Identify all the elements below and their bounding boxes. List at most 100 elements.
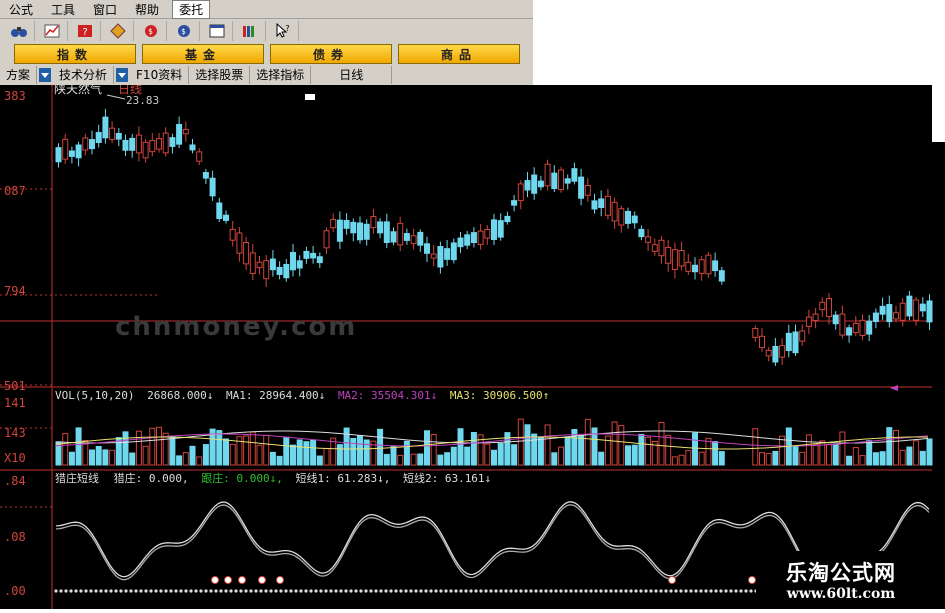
candle-body xyxy=(249,252,256,274)
baseline-dot xyxy=(289,589,293,593)
volume-bar xyxy=(765,453,772,466)
baseline-dot xyxy=(254,589,258,593)
baseline-dot xyxy=(89,589,93,593)
baseline-dot xyxy=(189,589,193,593)
candle-body xyxy=(470,232,477,244)
help-button[interactable]: ? xyxy=(70,21,101,41)
candle-body xyxy=(765,349,772,357)
pointer-help-button[interactable]: ? xyxy=(268,21,299,41)
volume-bar xyxy=(182,452,189,466)
diamond-button[interactable] xyxy=(103,21,134,41)
candle-body xyxy=(336,219,343,242)
baseline-dot xyxy=(109,589,113,593)
category-index[interactable]: 指数 xyxy=(14,44,136,64)
baseline-dot xyxy=(499,589,503,593)
watermark-text: chnmoney.com xyxy=(115,312,357,342)
candle-body xyxy=(109,127,116,140)
menu-tools[interactable]: 工具 xyxy=(42,1,84,18)
tab-select-stock[interactable]: 选择股票 xyxy=(189,66,251,84)
volume-bar xyxy=(511,444,518,466)
window-button[interactable] xyxy=(202,21,233,41)
volume-bar xyxy=(685,450,692,466)
site-url: www.60lt.com xyxy=(786,586,896,602)
volume-bar xyxy=(805,434,812,466)
baseline-dot xyxy=(429,589,433,593)
baseline-dot xyxy=(544,589,548,593)
baseline-dot xyxy=(284,589,288,593)
baseline-dot xyxy=(619,589,623,593)
category-bond[interactable]: 债券 xyxy=(270,44,392,64)
baseline-dot xyxy=(474,589,478,593)
menu-help[interactable]: 帮助 xyxy=(126,1,168,18)
baseline-dot xyxy=(589,589,593,593)
binoculars-button[interactable] xyxy=(4,21,35,41)
candle-body xyxy=(323,230,330,249)
baseline-dot xyxy=(704,589,708,593)
stock-button[interactable] xyxy=(37,21,68,41)
volume-bar xyxy=(537,437,544,466)
cursor-marker xyxy=(305,94,315,100)
volume-bar xyxy=(879,451,886,466)
volume-bar xyxy=(357,435,363,466)
volume-bar xyxy=(671,456,678,466)
candle-body xyxy=(584,184,591,196)
books-button[interactable] xyxy=(235,21,266,41)
menu-trade[interactable]: 委托 xyxy=(172,0,211,19)
window-edge xyxy=(932,85,945,142)
volume-bar xyxy=(169,435,176,466)
baseline-dot xyxy=(669,589,673,593)
dropdown-technical[interactable] xyxy=(116,68,129,82)
baseline-dot xyxy=(114,589,118,593)
baseline-dot xyxy=(144,589,148,593)
candle-body xyxy=(55,147,62,163)
volume-bar xyxy=(638,433,645,466)
tab-daily[interactable]: 日线 xyxy=(311,66,393,84)
volume-bar xyxy=(718,451,725,466)
baseline-dot xyxy=(604,589,608,593)
stock-chart-area[interactable]: 383 087 794 501 141 143 X10 .84 .08 .00 … xyxy=(0,81,945,609)
signal-marker xyxy=(238,576,246,584)
baseline-dot xyxy=(154,589,158,593)
dropdown-plan[interactable] xyxy=(39,68,52,82)
baseline-dot xyxy=(379,589,383,593)
volume-bar xyxy=(444,452,451,466)
baseline-dot xyxy=(79,589,83,593)
candle-body xyxy=(62,138,69,160)
candle-body xyxy=(913,299,920,321)
baseline-dot xyxy=(134,589,138,593)
tab-f10[interactable]: F10资料 xyxy=(130,66,190,84)
volume-bar xyxy=(75,427,82,466)
money-button[interactable]: $ xyxy=(136,21,167,41)
tab-select-indicator[interactable]: 选择指标 xyxy=(250,66,312,84)
candle-body xyxy=(303,250,310,259)
blue-coin-button[interactable]: $ xyxy=(169,21,200,41)
candle-body xyxy=(658,239,665,257)
candle-body xyxy=(189,144,196,151)
baseline-dot xyxy=(359,589,363,593)
menu-window[interactable]: 窗口 xyxy=(84,1,126,18)
baseline-dot xyxy=(124,589,128,593)
menu-formula[interactable]: 公式 xyxy=(0,1,42,18)
tab-plan[interactable]: 方案 xyxy=(0,66,38,84)
candle-body xyxy=(819,301,826,311)
candle-body xyxy=(122,139,129,151)
category-fund[interactable]: 基金 xyxy=(142,44,264,64)
category-commodity[interactable]: 商品 xyxy=(398,44,520,64)
candle-body xyxy=(115,132,122,140)
svg-text:$: $ xyxy=(148,27,153,36)
price-axis-label: 087 xyxy=(4,184,26,198)
candle-body xyxy=(363,223,370,240)
baseline-dot xyxy=(409,589,413,593)
signal-marker xyxy=(258,576,266,584)
volume-bar xyxy=(598,451,605,466)
baseline-dot xyxy=(414,589,418,593)
baseline-dot xyxy=(84,589,88,593)
baseline-dot xyxy=(374,589,378,593)
tab-technical-analysis[interactable]: 技术分析 xyxy=(53,66,115,84)
candle-body xyxy=(591,200,598,210)
baseline-dot xyxy=(694,589,698,593)
candle-body xyxy=(142,141,149,159)
candle-body xyxy=(135,134,142,154)
volume-bar xyxy=(135,430,142,466)
volume-bar xyxy=(323,448,330,466)
